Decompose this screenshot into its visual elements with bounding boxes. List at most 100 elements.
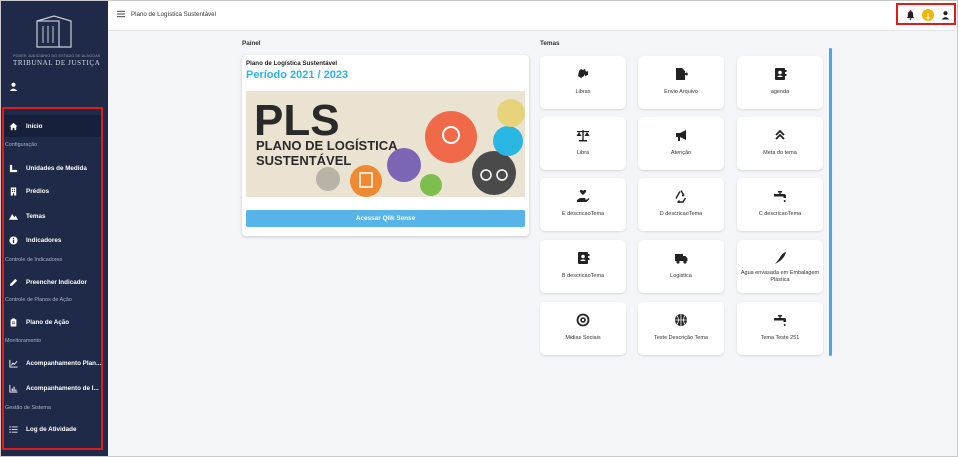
sidebar-item-predios[interactable]: Prédios [4, 180, 103, 202]
section-controle-indicadores: Controle de Indicadores [5, 257, 63, 263]
list-icon [9, 425, 18, 434]
feather-icon [775, 252, 786, 264]
pencil-icon [9, 278, 18, 287]
sidebar-item-label: Início [26, 122, 43, 130]
sidebar-item-label: Plano de Ação [26, 318, 70, 326]
user-icon[interactable] [941, 10, 950, 20]
scrollbar[interactable] [829, 48, 832, 356]
truck-icon [675, 254, 688, 264]
tema-tile[interactable]: C descricaoTema [737, 178, 823, 231]
section-controle-planos: Controle de Planos de Ação [5, 297, 72, 303]
basketball-icon [675, 314, 687, 326]
tema-tile[interactable]: Agua envasada em Embalagem Plástica [737, 240, 823, 293]
faucet-icon [774, 315, 786, 326]
page-title: Plano de Logística Sustentável [131, 11, 216, 18]
bell-icon[interactable] [906, 10, 915, 20]
sidebar-item-label: Log de Atividade [26, 425, 77, 433]
sidebar-item-acompanhamento-planos[interactable]: Acompanhamento Plan... [4, 352, 103, 374]
pls-banner-image: PLS PLANO DE LOGÍSTICA SUSTENTÁVEL [246, 91, 525, 197]
section-monitoramento: Monitoramento [5, 338, 41, 344]
line-chart-icon [9, 359, 18, 368]
tema-tile-label: Midias Sociais [565, 335, 601, 341]
at-sign-icon [576, 313, 590, 327]
faucet-icon [774, 191, 786, 202]
banner-line2: SUSTENTÁVEL [256, 153, 351, 168]
ruler-icon [9, 164, 18, 173]
sidebar: PODER JUDICIÁRIO DO ESTADO DE ALAGOAS TR… [1, 1, 108, 456]
sign-language-icon [578, 69, 588, 78]
tema-tile-label: Agua envasada em Embalagem Plástica [740, 270, 820, 283]
section-gestao-sistema: Gestão de Sistema [5, 405, 51, 411]
tema-tile-label: Tema Teste 251 [760, 335, 800, 341]
banner-line1: PLANO DE LOGÍSTICA [256, 138, 398, 153]
logo-title: TRIBUNAL DE JUSTIÇA [13, 59, 101, 67]
card-period: Período 2021 / 2023 [246, 69, 349, 81]
file-export-icon [676, 68, 688, 80]
court-logo: PODER JUDICIÁRIO DO ESTADO DE ALAGOAS TR… [13, 15, 101, 67]
section-configuracao: Configuração [5, 142, 38, 148]
sidebar-item-log-de-atividade[interactable]: Log de Atividade [4, 418, 103, 440]
tema-tile[interactable]: Midias Sociais [540, 302, 626, 355]
address-book-icon [578, 252, 590, 264]
tema-tile-label: Logistica [670, 273, 692, 279]
hand-holding-heart-icon [577, 189, 590, 202]
tema-tile[interactable]: D descricaoTema [638, 178, 724, 231]
sidebar-item-preencher-indicador[interactable]: Preencher Indicador [4, 271, 103, 293]
tema-tile-label: Libras [575, 89, 591, 95]
sidebar-item-inicio[interactable]: Início [4, 115, 103, 137]
sidebar-item-label: Unidades de Medida [26, 164, 87, 172]
user-icon[interactable] [9, 82, 18, 91]
card-title: Plano de Logística Sustentável [246, 60, 338, 67]
sidebar-item-label: Indicadores [26, 236, 62, 244]
megaphone-icon [676, 130, 686, 141]
tema-tile[interactable]: E descricaoTema [540, 178, 626, 231]
tema-tile[interactable]: Envio Arquivo [638, 56, 724, 109]
temas-heading: Temas [540, 40, 560, 47]
tema-tile-label: Atenção [670, 150, 692, 156]
tema-tile-label: E descricaoTema [561, 211, 605, 217]
tema-tile[interactable]: Libras [540, 56, 626, 109]
building-logo-icon [36, 15, 72, 48]
tema-tile-label: B descricaoTema [561, 273, 605, 279]
header-actions [896, 3, 956, 25]
tema-tile-label: C descricaoTema [758, 211, 802, 217]
app-window: PODER JUDICIÁRIO DO ESTADO DE ALAGOAS TR… [0, 0, 958, 457]
tema-tile[interactable]: B descricaoTema [540, 240, 626, 293]
tema-tile-label: agenda [770, 89, 790, 95]
home-icon [9, 122, 18, 131]
hamburger-menu-icon[interactable] [117, 10, 125, 18]
info-icon [9, 235, 18, 245]
address-book-icon [775, 68, 787, 80]
clipboard-icon [9, 317, 18, 327]
bar-chart-icon [9, 384, 18, 393]
sidebar-item-unidades-de-medida[interactable]: Unidades de Medida [4, 157, 103, 179]
sidebar-item-label: Preencher Indicador [26, 278, 87, 286]
coin-icon[interactable] [922, 9, 934, 21]
tema-tile[interactable]: agenda [737, 56, 823, 109]
qlik-sense-button[interactable]: Acessar Qlik Sense [246, 210, 525, 227]
tema-tile-label: Envio Arquivo [664, 89, 698, 95]
sidebar-item-temas[interactable]: Temas [4, 205, 103, 227]
tema-tile[interactable]: Meta do tema [737, 117, 823, 170]
sidebar-item-acompanhamento-indicadores[interactable]: Acompanhamento de I... [4, 377, 103, 399]
tema-tile-label: Teste Descrição Tema [653, 335, 708, 341]
tema-tile[interactable]: Logistica [638, 240, 724, 293]
tema-tile[interactable]: Tema Teste 251 [737, 302, 823, 355]
logo-subtitle: PODER JUDICIÁRIO DO ESTADO DE ALAGOAS [13, 54, 101, 58]
panel-heading: Painel [242, 40, 261, 47]
building-icon [9, 186, 18, 196]
tema-tile-label: Libra [576, 150, 590, 156]
sidebar-item-indicadores[interactable]: Indicadores [4, 229, 103, 251]
tema-tile-label: D descricaoTema [659, 211, 703, 217]
tema-tile[interactable]: Teste Descrição Tema [638, 302, 724, 355]
double-chevron-up-icon [775, 129, 785, 140]
sidebar-item-plano-de-acao[interactable]: Plano de Ação [4, 311, 103, 333]
balance-scale-icon [576, 130, 590, 142]
sidebar-item-label: Temas [26, 212, 46, 220]
pls-card: Plano de Logística Sustentável Período 2… [242, 55, 529, 236]
sidebar-item-label: Prédios [26, 187, 50, 195]
tema-tile[interactable]: Libra [540, 117, 626, 170]
recycle-icon [675, 190, 687, 203]
tema-tile[interactable]: Atenção [638, 117, 724, 170]
top-bar: Plano de Logística Sustentável [108, 1, 957, 31]
